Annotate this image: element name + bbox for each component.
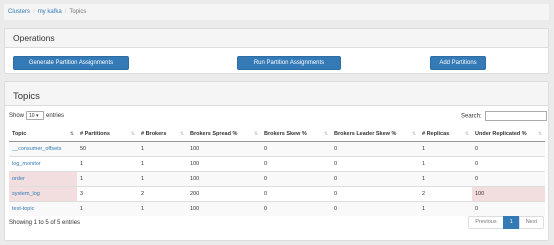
column-header[interactable]: Brokers Skew % ⇅: [261, 127, 331, 142]
brokers-cell: 1: [138, 170, 187, 186]
page-length-value: 10: [29, 113, 35, 119]
column-header[interactable]: # Replicas ⇅: [419, 127, 472, 142]
sort-icon: ⇅: [130, 130, 135, 137]
brokers-cell: 2: [138, 185, 187, 201]
under-replicated-cell: 0: [472, 200, 545, 216]
brokers-cell: 1: [138, 155, 187, 171]
partitions-cell: 1: [77, 170, 138, 186]
under-replicated-cell: 0: [472, 140, 545, 156]
table-row: test-topic 1 1 100 0 0 1 0: [9, 200, 545, 216]
topics-title: Topics: [5, 82, 548, 106]
skew-cell: 0: [261, 200, 331, 216]
column-header[interactable]: Brokers Leader Skew % ⇅: [331, 127, 419, 142]
operations-panel: Operations Generate Partition Assignment…: [4, 28, 549, 74]
add-partitions-button[interactable]: Add Partitions: [430, 56, 486, 70]
spread-cell: 200: [187, 185, 261, 201]
brokers-cell: 1: [138, 200, 187, 216]
spread-cell: 100: [187, 155, 261, 171]
topic-link[interactable]: log_monitor: [12, 161, 41, 167]
topic-link[interactable]: test-topic: [12, 206, 34, 212]
under-replicated-cell: 0: [472, 170, 545, 186]
skew-cell: 0: [261, 140, 331, 156]
table-info: Showing 1 to 5 of 5 entries: [9, 220, 81, 226]
table-header-row: Topic ⇅ # Partitions ⇅ # Brokers ⇅ Brokers …: [9, 127, 545, 142]
column-header[interactable]: # Partitions ⇅: [77, 127, 138, 142]
skew-cell: 0: [261, 155, 331, 171]
page-length-select[interactable]: 10 ▾: [26, 111, 45, 120]
table-row: system_log 3 2 200 0 0 2 100: [9, 185, 545, 201]
partitions-cell: 3: [77, 185, 138, 201]
brokers-cell: 1: [138, 140, 187, 156]
run-partition-assignments-button[interactable]: Run Partition Assignments: [237, 56, 341, 70]
pagination: Previous 1 Next: [468, 216, 544, 229]
breadcrumb-current: Topics: [69, 9, 87, 15]
search-control: Search:: [461, 111, 547, 121]
sort-icon: ⇅: [537, 130, 542, 137]
replicas-cell: 1: [419, 140, 472, 156]
column-header[interactable]: Under Replicated % ⇅: [472, 127, 545, 142]
breadcrumb-separator: /: [33, 9, 35, 15]
column-header[interactable]: Topic ⇅: [9, 127, 77, 142]
column-header[interactable]: # Brokers ⇅: [138, 127, 187, 142]
search-label: Search:: [461, 113, 482, 120]
spread-cell: 100: [187, 170, 261, 186]
leader-skew-cell: 0: [331, 185, 419, 201]
skew-cell: 0: [261, 170, 331, 186]
topics-table: Topic ⇅ # Partitions ⇅ # Brokers ⇅ Brokers …: [9, 127, 545, 216]
topic-cell: log_monitor: [9, 155, 77, 171]
chevron-down-icon: ▾: [35, 113, 39, 119]
topic-cell: __consumer_offsets: [9, 140, 77, 156]
topic-cell: system_log: [9, 185, 77, 201]
under-replicated-cell: 0: [472, 155, 545, 171]
next-page-button[interactable]: Next: [518, 216, 544, 229]
topic-link[interactable]: system_log: [12, 191, 40, 197]
leader-skew-cell: 0: [331, 170, 419, 186]
sort-icon: ⇅: [253, 130, 258, 137]
spread-cell: 100: [187, 200, 261, 216]
topic-cell: test-topic: [9, 200, 77, 216]
sort-icon: ⇅: [179, 130, 184, 137]
topic-link[interactable]: order: [12, 176, 25, 182]
topic-link[interactable]: __consumer_offsets: [12, 146, 61, 152]
spread-cell: 100: [187, 140, 261, 156]
topics-panel: Topics Show 10 ▾ entries Search: Topic ⇅ # …: [4, 81, 549, 241]
leader-skew-cell: 0: [331, 200, 419, 216]
leader-skew-cell: 0: [331, 155, 419, 171]
table-row: order 1 1 100 0 0 1 0: [9, 170, 545, 186]
entries-label: entries: [46, 113, 65, 120]
breadcrumb-clusters-link[interactable]: Clusters: [8, 9, 30, 15]
topic-cell: order: [9, 170, 77, 186]
partitions-cell: 1: [77, 155, 138, 171]
replicas-cell: 1: [419, 155, 472, 171]
replicas-cell: 1: [419, 170, 472, 186]
sort-asc-icon: ⇅: [69, 130, 74, 137]
replicas-cell: 2: [419, 185, 472, 201]
partitions-cell: 50: [77, 140, 138, 156]
show-label: Show: [9, 113, 25, 120]
under-replicated-cell: 100: [472, 185, 545, 201]
page-1-button[interactable]: 1: [502, 216, 520, 229]
search-input[interactable]: [484, 111, 547, 121]
sort-icon: ⇅: [411, 130, 416, 137]
previous-page-button[interactable]: Previous: [468, 216, 504, 229]
sort-icon: ⇅: [323, 130, 328, 137]
page-length-control: Show 10 ▾ entries: [9, 111, 64, 120]
sort-icon: ⇅: [464, 130, 469, 137]
table-row: log_monitor 1 1 100 0 0 1 0: [9, 155, 545, 171]
leader-skew-cell: 0: [331, 140, 419, 156]
partitions-cell: 1: [77, 200, 138, 216]
replicas-cell: 1: [419, 200, 472, 216]
breadcrumb-cluster-link[interactable]: my kafka: [38, 9, 62, 15]
table-row: __consumer_offsets 50 1 100 0 0 1 0: [9, 140, 545, 156]
column-header[interactable]: Brokers Spread % ⇅: [187, 127, 261, 142]
operations-title: Operations: [5, 29, 548, 48]
skew-cell: 0: [261, 185, 331, 201]
breadcrumb: Clusters / my kafka / Topics: [4, 4, 549, 20]
generate-partition-assignments-button[interactable]: Generate Partition Assignments: [13, 56, 129, 70]
